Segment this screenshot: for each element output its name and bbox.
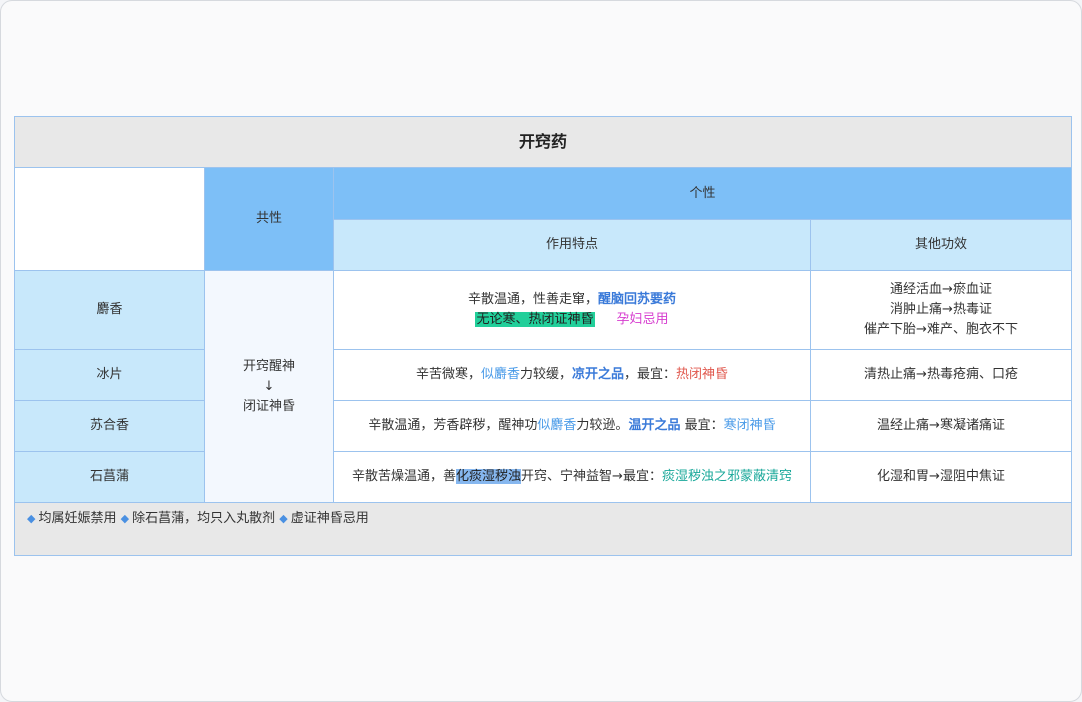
desc-text: 力较缓， [519,367,572,382]
common-line2: 闭证神昏 [242,398,295,414]
desc-warning: 孕妇忌用 [616,312,669,327]
diamond-icon: ◆ [27,512,36,525]
desc-text: ，最宜： [624,367,677,382]
desc-text: 辛散苦燥温通，善 [352,469,457,484]
features-shexiang: 辛散温通，性善走窜，醒脑回苏要药 无论寒、热闭证神昏 孕妇忌用 [334,271,811,350]
desc-highlight: 无论寒、热闭证神昏 [475,312,595,327]
herb-name-suhexiang: 苏合香 [15,401,205,452]
corner-cell [15,168,205,271]
herb-name-bingpian: 冰片 [15,350,205,401]
other-line: 温经止痛→寒凝诸痛证 [877,418,1005,433]
note-item: 均属妊娠禁用 [38,511,117,526]
herb-name-shexiang: 麝香 [15,271,205,350]
note-item: 除石菖蒲，均只入丸散剂 [132,511,276,526]
other-line: 催产下胎→难产、胞衣不下 [864,322,1018,337]
other-bingpian: 清热止痛→热毒疮痈、口疮 [811,350,1071,401]
header-features: 作用特点 [334,220,811,271]
desc-text: 辛散温通，芳香辟秽，醒神功 [368,418,538,433]
common-line1: 开窍醒神 [242,358,295,374]
other-line: 化湿和胃→湿阻中焦证 [877,469,1005,484]
other-shexiang: 通经活血→瘀血证 消肿止痛→热毒证 催产下胎→难产、胞衣不下 [811,271,1071,350]
other-line: 清热止痛→热毒疮痈、口疮 [864,367,1018,382]
other-suhexiang: 温经止痛→寒凝诸痛证 [811,401,1071,452]
page-frame: 开窍药 共性 个性 作用特点 其他功效 开窍醒神 ↓ 闭证神昏 麝香 辛散温通，… [0,0,1082,702]
herb-table: 开窍药 共性 个性 作用特点 其他功效 开窍醒神 ↓ 闭证神昏 麝香 辛散温通，… [14,116,1072,556]
desc-highlight: 化痰湿秽浊 [456,469,522,484]
header-individual: 个性 [334,168,1071,220]
desc-emphasis: 凉开之品 [572,367,625,382]
footer-notes: ◆ 均属妊娠禁用 ◆ 除石菖蒲，均只入丸散剂 ◆ 虚证神昏忌用 [15,503,1071,555]
features-bingpian: 辛苦微寒，似麝香力较缓，凉开之品，最宜：热闭神昏 [334,350,811,401]
desc-compare: 似麝香 [480,367,520,382]
desc-text: 开窍、宁神益智→最宜： [521,469,662,484]
desc-indication: 热闭神昏 [676,367,729,382]
desc-text: 辛苦微寒， [415,367,481,382]
other-line: 通经活血→瘀血证 [890,282,992,297]
diamond-icon: ◆ [279,512,288,525]
header-common: 共性 [205,168,334,271]
desc-compare: 似麝香 [537,418,577,433]
desc-indication: 寒闭神昏 [723,418,776,433]
note-item: 虚证神昏忌用 [290,511,369,526]
herb-name-shichangpu: 石菖蒲 [15,452,205,503]
features-suhexiang: 辛散温通，芳香辟秽，醒神功似麝香力较逊。温开之品 最宜：寒闭神昏 [334,401,811,452]
header-other: 其他功效 [811,220,1071,271]
table-title: 开窍药 [15,117,1071,168]
desc-emphasis: 温开之品 [628,418,681,433]
desc-indication: 痰湿秽浊之邪蒙蔽清窍 [661,469,792,484]
diamond-icon: ◆ [120,512,130,525]
other-shichangpu: 化湿和胃→湿阻中焦证 [811,452,1071,503]
desc-text: 力较逊。 [576,418,629,433]
features-shichangpu: 辛散苦燥温通，善化痰湿秽浊开窍、宁神益智→最宜：痰湿秽浊之邪蒙蔽清窍 [334,452,811,503]
desc-text: 最宜： [680,418,724,433]
common-arrow: ↓ [263,378,275,394]
desc-text: 辛散温通，性善走窜， [467,292,598,307]
common-cell: 开窍醒神 ↓ 闭证神昏 [205,271,334,503]
other-line: 消肿止痛→热毒证 [890,302,992,317]
desc-emphasis: 醒脑回苏要药 [598,292,677,307]
